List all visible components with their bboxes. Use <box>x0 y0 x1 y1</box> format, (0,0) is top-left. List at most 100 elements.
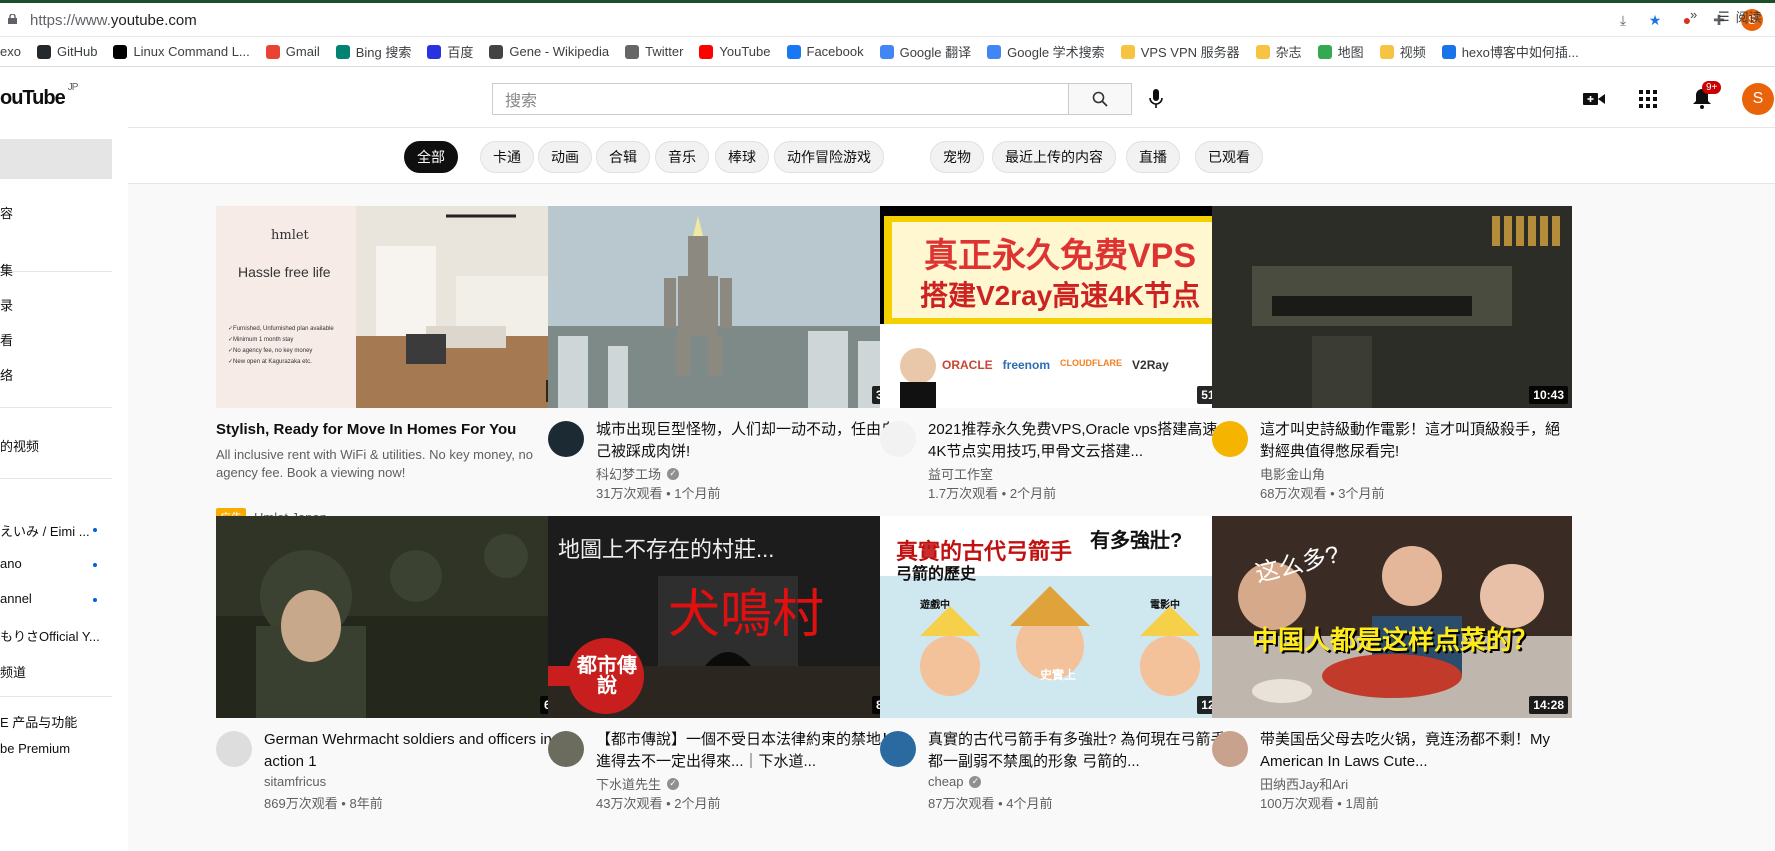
sidebar-item[interactable]: 集 <box>0 260 112 279</box>
bookmark-item[interactable]: Google 翻译 <box>872 42 980 61</box>
sidebar: 容集录看络的视频 えいみ / Eimi ... ano annel もりさOfficia… <box>0 127 128 851</box>
bookmark-label: Gmail <box>285 44 320 59</box>
channel-avatar[interactable] <box>1212 731 1248 767</box>
bookmark-favicon-icon <box>335 44 350 59</box>
search-icon <box>1092 91 1108 107</box>
chip-filter[interactable]: 动画 <box>538 141 592 173</box>
bookmark-item[interactable]: Facebook <box>779 44 872 59</box>
bookmark-item[interactable]: Gmail <box>258 44 328 59</box>
thumb-text: 史實上 <box>1040 668 1077 682</box>
account-avatar[interactable]: S <box>1742 83 1774 115</box>
bookmark-item[interactable]: 百度 <box>419 42 481 61</box>
bookmark-item[interactable]: Gene - Wikipedia <box>481 44 617 59</box>
reading-list-button[interactable]: ☰ 阅读 <box>1718 7 1762 26</box>
address-bar[interactable]: https://www.youtube.com ⤓ ★ ● ✚ S <box>0 3 1775 37</box>
bookmark-label: hexo博客中如何插... <box>1461 45 1579 60</box>
new-content-dot-icon <box>93 528 97 532</box>
channel-avatar[interactable] <box>548 731 584 767</box>
channel-name[interactable]: 益可工作室 <box>928 464 993 483</box>
sidebar-item-home-active[interactable] <box>0 139 112 179</box>
youtube-logo[interactable]: ouTube JP <box>0 82 78 110</box>
video-title[interactable]: 【都市傳說】一個不受日本法律約束的禁地！進得去不一定出得來...｜下水道... <box>596 729 896 773</box>
sidebar-item[interactable]: E 产品与功能 <box>0 712 112 731</box>
chip-filter[interactable]: 最近上传的内容 <box>992 141 1116 173</box>
bookmark-item[interactable]: Google 学术搜索 <box>979 42 1113 61</box>
video-title[interactable]: 2021推荐永久免费VPS,Oracle vps搭建高速4K节点实用技巧,甲骨文… <box>928 419 1228 463</box>
chip-filter[interactable]: 宠物 <box>930 141 984 173</box>
bookmarks-bar: exo GitHub Linux Command L... Gmail Bing 搜索 百… <box>0 37 1775 67</box>
chip-filter[interactable]: 已观看 <box>1195 141 1263 173</box>
video-title[interactable]: 城市出现巨型怪物，人们却一动不动，任由自己被踩成肉饼! <box>596 419 896 463</box>
video-thumbnail[interactable]: 10:43 <box>1212 206 1572 408</box>
bookmarks-more-button[interactable]: » <box>1690 7 1697 22</box>
channel-name[interactable]: 电影金山角 <box>1260 464 1325 483</box>
ad-thumbnail[interactable]: hmlet Hassle free life ✓Furnished, Unfur… <box>216 206 576 408</box>
chip-filter[interactable]: 棒球 <box>715 141 769 173</box>
video-thumbnail[interactable]: 3:22 <box>548 206 908 408</box>
lock-icon <box>8 14 17 24</box>
channel-name[interactable]: 科幻梦工场 <box>596 464 661 483</box>
sidebar-item[interactable]: もりさOfficial Y... <box>0 626 112 645</box>
video-thumbnail[interactable]: 6:06 <box>216 516 576 718</box>
chip-filter[interactable]: 动作冒险游戏 <box>774 141 884 173</box>
voice-search-button[interactable] <box>1145 88 1167 110</box>
thumb-text: 有多強壯? <box>1090 530 1183 552</box>
notifications-button[interactable]: 9+ <box>1688 81 1722 113</box>
bookmark-item[interactable]: Bing 搜索 <box>328 42 420 61</box>
channel-avatar[interactable] <box>880 421 916 457</box>
sidebar-item[interactable]: 的视频 <box>0 436 112 455</box>
apps-grid-icon <box>1639 90 1657 108</box>
channel-name[interactable]: cheap <box>928 774 963 789</box>
bookmark-item[interactable]: hexo博客中如何插... <box>1434 42 1587 61</box>
channel-avatar[interactable] <box>216 731 252 767</box>
video-thumbnail[interactable]: 真正永久免费VPS 搭建V2ray高速4K节点 ORACLE freenom C… <box>880 206 1240 408</box>
channel-avatar[interactable] <box>548 421 584 457</box>
sidebar-item[interactable]: 频道 <box>0 662 112 681</box>
video-title[interactable]: German Wehrmacht soldiers and officers i… <box>264 729 564 773</box>
ad-title[interactable]: Stylish, Ready for Move In Homes For You <box>216 419 546 441</box>
video-title[interactable]: 這才叫史詩級動作電影！這才叫頂級殺手，絕對經典值得憋尿看完! <box>1260 419 1560 463</box>
bookmark-item[interactable]: exo <box>0 44 29 59</box>
bookmark-item[interactable]: Linux Command L... <box>105 44 257 59</box>
bookmark-label: Gene - Wikipedia <box>509 44 610 59</box>
video-camera-icon <box>1583 93 1605 105</box>
chip-filter[interactable]: 音乐 <box>655 141 709 173</box>
channel-avatar[interactable] <box>880 731 916 767</box>
sidebar-item[interactable]: be Premium <box>0 741 112 756</box>
create-video-button[interactable] <box>1580 85 1608 113</box>
bookmark-item[interactable]: 地图 <box>1310 42 1372 61</box>
video-title[interactable]: 真實的古代弓箭手有多強壯? 為何現在弓箭手都一副弱不禁風的形象 弓箭的... <box>928 729 1228 773</box>
bookmark-label: Facebook <box>806 44 864 59</box>
chip-filter[interactable]: 合辑 <box>596 141 650 173</box>
url-text[interactable]: https://www.youtube.com <box>30 12 197 29</box>
channel-name[interactable]: 田纳西Jay和Ari <box>1260 774 1348 793</box>
apps-button[interactable] <box>1634 85 1662 113</box>
sidebar-item[interactable]: 容 <box>0 203 112 222</box>
chip-filter[interactable]: 卡通 <box>480 141 534 173</box>
search-button[interactable] <box>1068 83 1132 115</box>
chip-filter[interactable]: 直播 <box>1126 141 1180 173</box>
video-title[interactable]: 带美国岳父母去吃火锅，竟连汤都不剩！My American In Laws Cu… <box>1260 729 1560 773</box>
video-thumbnail[interactable]: 地圖上不存在的村莊... 犬鳴村 都市傳說 8:16 <box>548 516 908 718</box>
sidebar-item[interactable]: 络 <box>0 365 112 384</box>
sidebar-item[interactable]: 看 <box>0 330 112 349</box>
new-content-dot-icon <box>93 563 97 567</box>
search-input[interactable]: 搜索 <box>492 83 1068 115</box>
ad-thumb-point: ✓No agency fee, no key money <box>228 348 313 354</box>
video-thumbnail[interactable]: 真實的古代弓箭手 有多強壯? 弓箭的歷史 遊戲中 電影中 史實上 12:46 <box>880 516 1240 718</box>
sidebar-item[interactable]: 录 <box>0 295 112 314</box>
bookmark-item[interactable]: Twitter <box>617 44 691 59</box>
install-app-icon[interactable]: ⤓ <box>1613 10 1633 30</box>
bookmark-item[interactable]: 杂志 <box>1248 42 1310 61</box>
channel-name[interactable]: 下水道先生 <box>596 774 661 793</box>
bookmark-item[interactable]: YouTube <box>691 44 778 59</box>
video-thumbnail[interactable]: 这么多? 中国人都是这样点菜的？ 14:28 <box>1212 516 1572 718</box>
bookmark-item[interactable]: VPS VPN 服务器 <box>1113 42 1248 61</box>
thumbnail-art <box>1212 206 1572 408</box>
bookmark-star-icon[interactable]: ★ <box>1645 10 1665 30</box>
channel-avatar[interactable] <box>1212 421 1248 457</box>
bookmark-item[interactable]: 视频 <box>1372 42 1434 61</box>
bookmark-item[interactable]: GitHub <box>29 44 105 59</box>
channel-name[interactable]: sitamfricus <box>264 774 326 789</box>
chip-filter[interactable]: 全部 <box>404 141 458 173</box>
